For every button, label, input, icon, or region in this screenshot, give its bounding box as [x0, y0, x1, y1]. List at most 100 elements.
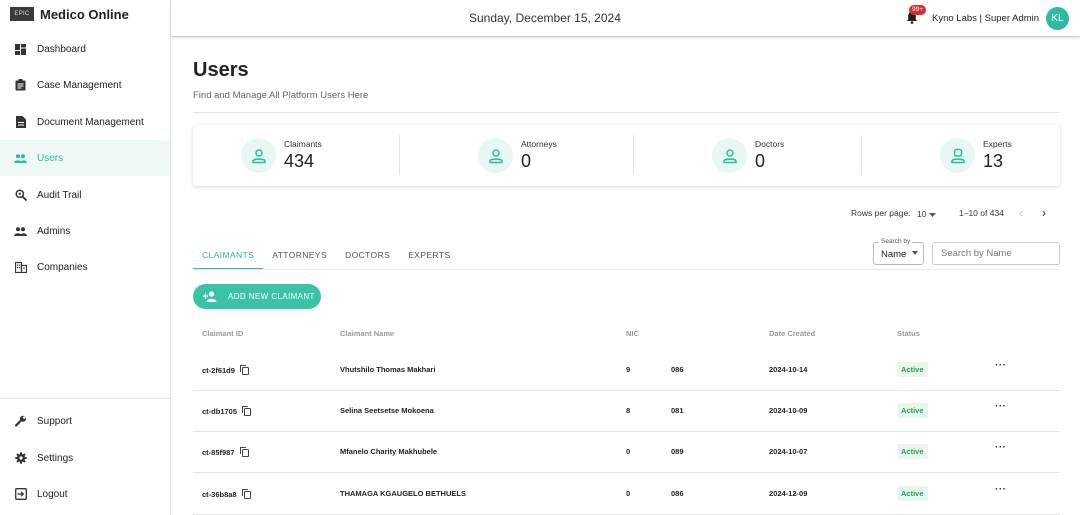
claimant-name: Vhutshilo Thomas Makhari — [340, 365, 436, 374]
more-options-icon[interactable]: ··· — [995, 360, 1007, 371]
sidebar-item-label: Dashboard — [37, 43, 86, 55]
stat-experts: Experts 13 — [940, 125, 1012, 186]
stat-claimants: Claimants 434 — [241, 125, 322, 186]
more-options-icon[interactable]: ··· — [995, 484, 1007, 495]
date-created: 2024-12-09 — [769, 489, 808, 498]
nic-part: 8 — [626, 406, 631, 415]
sidebar-item-label: Support — [37, 415, 73, 427]
stat-doctors: Doctors 0 — [712, 125, 784, 186]
stat-value: 434 — [284, 151, 315, 171]
divider — [633, 135, 634, 175]
sidebar-item-label: Admins — [37, 225, 71, 237]
more-options-icon[interactable]: ··· — [995, 442, 1007, 453]
date-created: 2024-10-09 — [769, 406, 808, 415]
sidebar-item-audit-trail[interactable]: Audit Trail — [0, 177, 170, 213]
current-date: Sunday, December 15, 2024 — [469, 11, 621, 25]
caret-down-icon — [912, 251, 918, 255]
building-icon — [14, 261, 27, 274]
chevron-left-icon[interactable]: ‹ — [1019, 206, 1023, 220]
stat-label: Experts — [983, 139, 1012, 149]
chevron-right-icon[interactable]: › — [1042, 206, 1046, 220]
nic-part: 081 — [671, 406, 684, 415]
user-type-tabs: CLAIMANTS ATTORNEYS DOCTORS EXPERTS — [193, 244, 460, 270]
people-icon — [14, 152, 27, 165]
column-header-claimant-name: Claimant Name — [340, 329, 395, 338]
search-by-select[interactable]: Search by Name — [873, 238, 924, 265]
table-row[interactable]: ct-db1705 Selina Seetsetse Mokoena 8 081… — [193, 391, 1060, 432]
tab-attorneys[interactable]: ATTORNEYS — [263, 244, 336, 270]
nic-part: 0 — [626, 489, 631, 498]
copy-icon[interactable] — [239, 447, 249, 459]
column-header-date-created: Date Created — [769, 329, 816, 338]
caret-down-icon — [929, 209, 937, 219]
table-row[interactable]: ct-36b8a8 THAMAGA KGAUGELO BETHUELS 0 08… — [193, 474, 1060, 515]
date-created: 2024-10-07 — [769, 447, 808, 456]
nic-part: 9 — [626, 365, 631, 374]
copy-icon[interactable] — [242, 406, 252, 418]
table-row[interactable]: ct-2f61d9 Vhutshilo Thomas Makhari 9 086… — [193, 350, 1060, 391]
search-input[interactable] — [932, 242, 1060, 265]
sidebar-item-label: Document Management — [37, 116, 144, 128]
column-header-claimant-id: Claimant ID — [202, 329, 244, 338]
notification-badge: 99+ — [909, 5, 927, 15]
expert-icon — [940, 138, 975, 173]
status-badge: Active — [897, 444, 928, 459]
claimant-name: Mfanelo Charity Makhubele — [340, 447, 438, 456]
brand-name: Medico Online — [40, 6, 129, 22]
divider — [193, 112, 1060, 113]
clipboard-icon — [14, 79, 27, 92]
rows-per-page-select[interactable]: 10 — [917, 208, 937, 220]
sidebar-item-users[interactable]: Users — [0, 140, 170, 176]
claimant-id: ct-85f987 — [202, 447, 249, 459]
pagination-range: 1–10 of 434 — [959, 208, 1004, 218]
nic-part: 086 — [671, 365, 684, 374]
status-badge: Active — [897, 403, 928, 418]
copy-icon[interactable] — [240, 365, 250, 377]
sidebar-item-admins[interactable]: Admins — [0, 213, 170, 249]
search-by-legend: Search by — [879, 238, 913, 245]
tab-doctors[interactable]: DOCTORS — [336, 244, 399, 270]
stat-value: 0 — [755, 151, 766, 171]
more-options-icon[interactable]: ··· — [995, 401, 1007, 412]
page-subtitle: Find and Manage All Platform Users Here — [193, 90, 369, 101]
claimant-id: ct-36b8a8 — [202, 489, 251, 501]
sidebar-item-case-management[interactable]: Case Management — [0, 67, 170, 103]
sidebar-item-label: Logout — [37, 488, 68, 500]
add-new-claimant-label: ADD NEW CLAIMANT — [228, 292, 315, 301]
avatar[interactable]: KL — [1046, 7, 1069, 30]
date-created: 2024-10-14 — [769, 365, 808, 374]
search-by-value: Name — [881, 249, 907, 260]
column-header-nic: NIC — [626, 329, 639, 338]
person-icon — [478, 138, 513, 173]
nic-part: 0 — [626, 447, 631, 456]
brand[interactable]: EPIC Medico Online — [10, 6, 129, 22]
status-badge: Active — [897, 362, 928, 377]
sidebar-item-companies[interactable]: Companies — [0, 249, 170, 285]
stat-value: 13 — [983, 151, 1004, 171]
dashboard-icon — [14, 43, 27, 56]
sidebar-item-logout[interactable]: Logout — [0, 476, 170, 512]
rows-per-page-value: 10 — [917, 209, 927, 219]
claimant-id-text: ct-85f987 — [202, 447, 235, 457]
divider — [399, 135, 400, 175]
sidebar-item-dashboard[interactable]: Dashboard — [0, 31, 170, 67]
rows-per-page-label: Rows per page: — [851, 208, 911, 218]
copy-icon[interactable] — [241, 489, 251, 501]
gear-icon — [14, 452, 27, 465]
sidebar-item-label: Users — [37, 152, 64, 164]
sidebar-item-label: Audit Trail — [37, 189, 82, 201]
tab-claimants[interactable]: CLAIMANTS — [193, 244, 264, 270]
table-row[interactable]: ct-85f987 Mfanelo Charity Makhubele 0 08… — [193, 432, 1060, 473]
sidebar-item-label: Settings — [37, 452, 74, 464]
sidebar-divider — [0, 398, 170, 399]
tab-experts[interactable]: EXPERTS — [399, 244, 459, 270]
stat-attorneys: Attorneys 0 — [478, 125, 557, 186]
nic-part: 089 — [671, 447, 684, 456]
divider — [861, 135, 862, 175]
sidebar-item-settings[interactable]: Settings — [0, 440, 170, 476]
add-new-claimant-button[interactable]: ADD NEW CLAIMANT — [193, 284, 321, 309]
sidebar-item-label: Case Management — [37, 79, 122, 91]
sidebar-item-support[interactable]: Support — [0, 403, 170, 439]
page-title: Users — [193, 59, 249, 81]
sidebar-item-document-management[interactable]: Document Management — [0, 104, 170, 140]
